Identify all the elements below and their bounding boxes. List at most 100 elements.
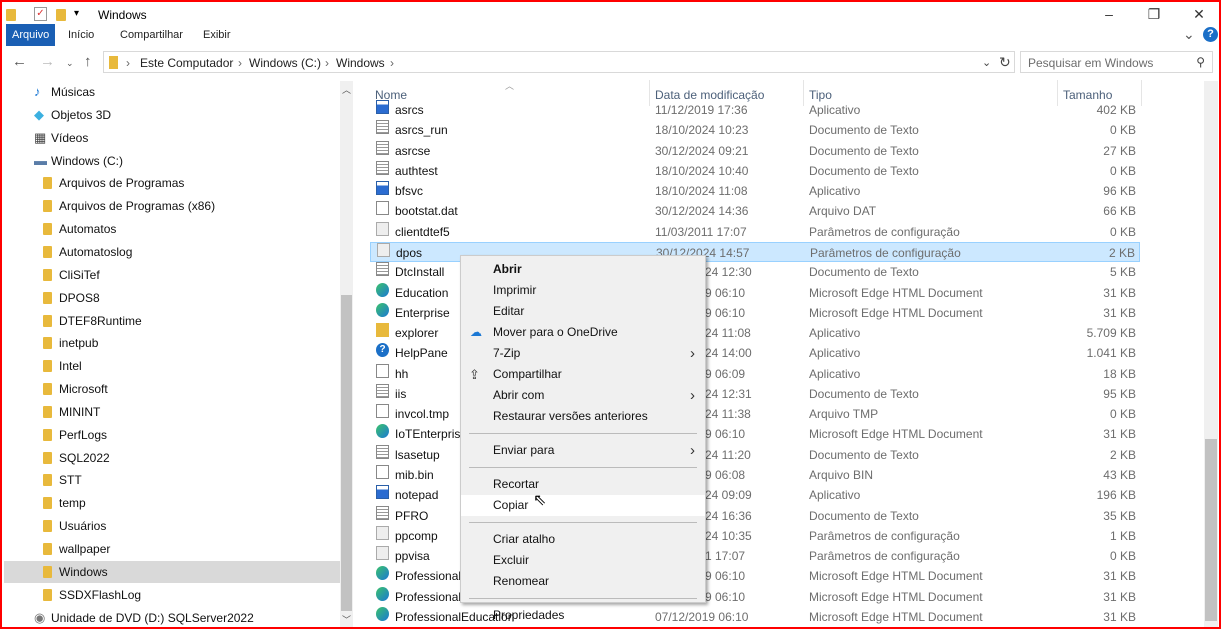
edge-file-icon xyxy=(376,607,389,621)
chevron-right-icon[interactable]: › xyxy=(238,56,242,70)
customize-toolbar-icon[interactable]: ▾ xyxy=(74,8,79,19)
menu-item-abrir-com[interactable]: Abrir com › xyxy=(461,385,705,406)
menu-item-label: Recortar xyxy=(493,477,540,491)
help-icon[interactable]: ? xyxy=(1203,27,1218,42)
search-input[interactable]: Pesquisar em Windows ⚲ xyxy=(1020,51,1213,73)
file-list-scrollbar-thumb[interactable] xyxy=(1205,439,1217,621)
maximize-button[interactable]: ❐ xyxy=(1139,6,1169,24)
title-bar: ✓ ▾ Windows – ❐ ✕ xyxy=(2,2,1219,26)
file-name: bootstat.dat xyxy=(395,204,458,219)
menu-item-label: Imprimir xyxy=(493,283,537,297)
back-icon[interactable]: ← xyxy=(12,53,27,70)
file-date: 18/10/2024 10:40 xyxy=(655,163,749,178)
address-dropdown-icon[interactable]: ⌄ xyxy=(982,56,991,69)
file-size: 27 KB xyxy=(1103,143,1136,158)
menu-item-label: Criar atalho xyxy=(493,532,556,546)
tab-inicio[interactable]: Início xyxy=(62,24,100,46)
file-row[interactable]: asrcs 11/12/2019 17:36 Aplicativo 402 KB xyxy=(370,100,1140,120)
menu-item-renomear[interactable]: Renomear xyxy=(461,571,705,592)
file-row[interactable]: clientdtef5 11/03/2011 17:07 Parâmetros de… xyxy=(370,221,1140,242)
file-name: dpos xyxy=(396,245,423,260)
file-name: hh xyxy=(395,366,409,381)
file-type: Microsoft Edge HTML Document xyxy=(809,285,983,300)
file-row[interactable]: bfsvc 18/10/2024 11:08 Aplicativo 96 KB xyxy=(370,181,1140,201)
file-size: 35 KB xyxy=(1103,508,1136,523)
menu-item-label: Enviar para xyxy=(493,443,555,457)
file-size: 2 KB xyxy=(1108,245,1135,260)
file-size: 5.709 KB xyxy=(1086,326,1136,341)
file-type: Aplicativo xyxy=(809,346,861,361)
edge-file-icon xyxy=(376,424,389,439)
menu-item-excluir[interactable]: Excluir xyxy=(461,550,705,571)
menu-item-mover-para-o-onedrive[interactable]: Mover para o OneDrive ☁ xyxy=(461,322,705,343)
file-size: 0 KB xyxy=(1109,224,1136,239)
txt-file-icon xyxy=(376,120,389,135)
chevron-right-icon: › xyxy=(690,387,695,404)
file-name: IoTEnterprise xyxy=(395,427,468,442)
file-date: 9 06:10 xyxy=(705,427,746,442)
txt-file-icon xyxy=(376,140,389,155)
file-name: authtest xyxy=(395,163,438,178)
file-date: 30/12/2024 09:21 xyxy=(655,143,749,158)
expand-ribbon-icon[interactable]: ⌄ xyxy=(1183,26,1195,43)
menu-item-criar-atalho[interactable]: Criar atalho xyxy=(461,529,705,550)
tab-compartilhar[interactable]: Compartilhar xyxy=(114,24,189,46)
tab-arquivo[interactable]: Arquivo xyxy=(6,24,56,46)
menu-item-compartilhar[interactable]: Compartilhar ⇪ xyxy=(461,364,705,385)
file-type: Aplicativo xyxy=(809,103,861,117)
menu-item-propriedades[interactable]: Propriedades xyxy=(461,605,705,626)
up-icon[interactable]: ↑ xyxy=(84,53,92,70)
file-row[interactable]: authtest 18/10/2024 10:40 Documento de Tex… xyxy=(370,160,1140,181)
app-file-icon xyxy=(376,485,389,500)
file-type: Aplicativo xyxy=(809,326,861,341)
file-row[interactable]: asrcs_run 18/10/2024 10:23 Documento de Te… xyxy=(370,120,1140,140)
close-button[interactable]: ✕ xyxy=(1184,6,1214,24)
recent-locations-icon[interactable]: ⌄ xyxy=(66,58,74,69)
file-type: Microsoft Edge HTML Document xyxy=(809,305,983,320)
menu-item-abrir[interactable]: Abrir xyxy=(461,259,705,280)
menu-item-editar[interactable]: Editar xyxy=(461,301,705,322)
menu-item-7-zip[interactable]: 7-Zip › xyxy=(461,343,705,364)
address-bar[interactable]: › Este Computador › Windows (C:) › Windo… xyxy=(103,51,1015,73)
file-size: 196 KB xyxy=(1096,488,1136,503)
file-type: Arquivo BIN xyxy=(809,468,874,483)
menu-item-copiar[interactable]: Copiar xyxy=(461,495,705,516)
file-list-scrollbar[interactable] xyxy=(1204,81,1218,627)
file-name: asrcs_run xyxy=(395,123,448,138)
file-type: Documento de Texto xyxy=(809,123,919,138)
forward-icon[interactable]: → xyxy=(40,53,55,70)
window-title: Windows xyxy=(98,8,147,22)
file-file-icon xyxy=(376,465,389,480)
file-date: 11/03/2011 17:07 xyxy=(655,224,747,239)
chevron-right-icon[interactable]: › xyxy=(126,56,130,70)
file-size: 0 KB xyxy=(1109,163,1136,178)
file-size: 1.041 KB xyxy=(1086,346,1136,361)
file-date: 24 11:08 xyxy=(705,326,751,341)
menu-item-enviar-para[interactable]: Enviar para › xyxy=(461,440,705,461)
minimize-button[interactable]: – xyxy=(1094,6,1124,24)
chevron-right-icon[interactable]: › xyxy=(390,56,394,70)
new-folder-icon[interactable] xyxy=(56,9,66,21)
menu-item-recortar[interactable]: Recortar xyxy=(461,474,705,495)
file-name: clientdtef5 xyxy=(395,224,450,239)
file-type: Aplicativo xyxy=(809,488,861,503)
file-size: 1 KB xyxy=(1109,528,1136,543)
tab-exibir[interactable]: Exibir xyxy=(197,24,237,46)
cfg-file-icon xyxy=(377,242,390,257)
menu-item-restaurar-vers-es-anteriores[interactable]: Restaurar versões anteriores xyxy=(461,406,705,427)
breadcrumb-windows-c[interactable]: Windows (C:) xyxy=(249,56,321,70)
breadcrumb-este-computador[interactable]: Este Computador xyxy=(140,56,233,70)
breadcrumb-windows[interactable]: Windows xyxy=(336,56,385,70)
file-row[interactable]: asrcse 30/12/2024 09:21 Documento de Texto… xyxy=(370,140,1140,161)
file-row[interactable]: bootstat.dat 30/12/2024 14:36 Arquivo DAT 6… xyxy=(370,201,1140,221)
file-name: PFRO xyxy=(395,508,429,523)
file-name: Education xyxy=(395,285,449,300)
menu-item-imprimir[interactable]: Imprimir xyxy=(461,280,705,301)
file-date: 9 06:10 xyxy=(705,305,746,320)
properties-checkbox-icon[interactable]: ✓ xyxy=(34,7,47,21)
refresh-icon[interactable]: ↻ xyxy=(999,54,1011,71)
file-date: 18/10/2024 10:23 xyxy=(655,123,749,138)
folder-icon xyxy=(6,9,16,21)
scroll-up-icon[interactable]: ︿ xyxy=(342,83,351,96)
chevron-right-icon[interactable]: › xyxy=(325,56,329,70)
